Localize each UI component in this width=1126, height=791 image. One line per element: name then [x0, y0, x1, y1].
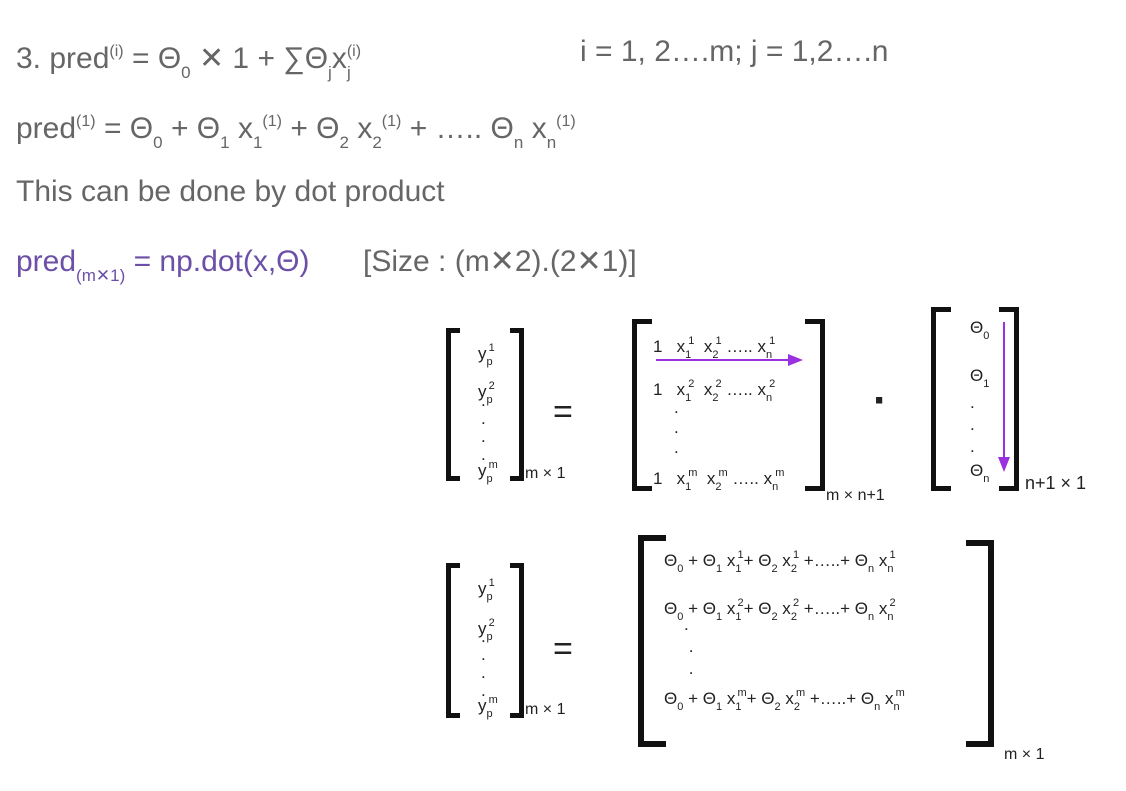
y-entry-m: ypm: [478, 694, 498, 720]
equals-sign: =: [553, 630, 573, 668]
dimension-label-result: m × 1: [1004, 746, 1045, 763]
bracket-left: [638, 535, 666, 747]
y-entry-1: yp1: [478, 577, 495, 603]
bracket-left: [446, 563, 460, 718]
dimension-label-y: m × 1: [525, 701, 566, 718]
direction-arrows: [656, 322, 1010, 472]
vertical-dots: . . .: [684, 615, 694, 678]
result-row-1: Θ0 + Θ1 x11+ Θ2 x21 +…..+ Θn xn1: [664, 549, 896, 575]
result-row-m: Θ0 + Θ1 x1m+ Θ2 x2m +…..+ Θn xnm: [664, 687, 905, 713]
bracket-right: [510, 563, 524, 718]
result-row-2: Θ0 + Θ1 x12+ Θ2 x22 +…..+ Θn xn2: [664, 597, 896, 623]
bracket-right: [966, 540, 994, 747]
